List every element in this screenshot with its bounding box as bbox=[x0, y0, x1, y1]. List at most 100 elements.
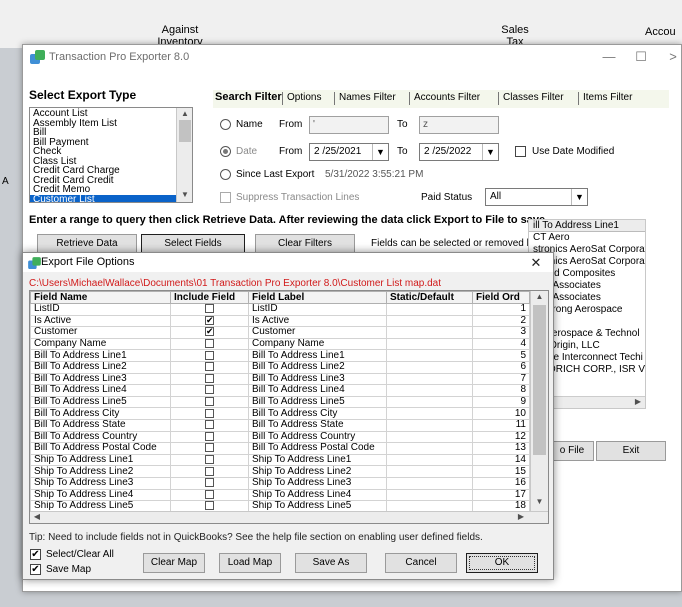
cell-static-default[interactable] bbox=[386, 453, 473, 467]
cell-field-order[interactable]: 14 bbox=[472, 453, 530, 467]
chevron-down-icon[interactable]: ▼ bbox=[372, 144, 388, 160]
cell-field-label[interactable]: Bill To Address City bbox=[248, 407, 387, 420]
export-type-item[interactable]: Assembly Item List bbox=[30, 118, 176, 129]
include-field-checkbox[interactable] bbox=[205, 489, 214, 499]
load-map-button[interactable]: Load Map bbox=[219, 553, 281, 573]
cell-field-order[interactable]: 1 bbox=[472, 303, 530, 316]
grid-scroll-thumb[interactable] bbox=[533, 305, 546, 455]
table-row[interactable]: Company Name Company Name 4 bbox=[30, 337, 530, 351]
cell-field-name[interactable]: Bill To Address Line2 bbox=[30, 360, 171, 374]
select-clear-all-checkbox[interactable]: ✔ bbox=[30, 549, 41, 560]
cell-static-default[interactable] bbox=[386, 430, 473, 444]
scroll-down-arrow-icon[interactable]: ▼ bbox=[177, 190, 192, 199]
cell-field-order[interactable]: 5 bbox=[472, 349, 530, 362]
scroll-right-arrow-icon[interactable]: ▶ bbox=[516, 512, 526, 521]
cell-field-order[interactable]: 4 bbox=[472, 337, 530, 351]
table-row[interactable]: Is Active ✔ Is Active 2 bbox=[30, 314, 530, 328]
retrieve-data-button[interactable]: Retrieve Data bbox=[37, 234, 137, 254]
scroll-up-arrow-icon[interactable]: ▲ bbox=[177, 109, 192, 118]
cell-field-label[interactable]: Is Active bbox=[248, 314, 387, 328]
cell-field-label[interactable]: ListID bbox=[248, 303, 387, 316]
export-type-item[interactable]: Customer List bbox=[30, 194, 176, 202]
cell-field-name[interactable]: Bill To Address Line1 bbox=[30, 349, 171, 362]
table-row[interactable]: Bill To Address Line3 Bill To Address Lin… bbox=[30, 372, 530, 386]
cell-field-name[interactable]: Is Active bbox=[30, 314, 171, 328]
clear-map-button[interactable]: Clear Map bbox=[143, 553, 205, 573]
cell-field-order[interactable]: 3 bbox=[472, 326, 530, 339]
tab-accounts-filter[interactable]: Accounts Filter bbox=[414, 92, 480, 103]
table-row[interactable]: Bill To Address Line1 Bill To Address Lin… bbox=[30, 349, 530, 362]
cell-static-default[interactable] bbox=[386, 314, 473, 328]
include-field-checkbox[interactable] bbox=[205, 362, 214, 372]
tab-options[interactable]: Options bbox=[287, 92, 321, 103]
cell-field-order[interactable]: 12 bbox=[472, 430, 530, 444]
cell-field-name[interactable]: Bill To Address Line4 bbox=[30, 384, 171, 397]
save-as-button[interactable]: Save As bbox=[295, 553, 367, 573]
cell-field-label[interactable]: Bill To Address Line1 bbox=[248, 349, 387, 362]
cell-static-default[interactable] bbox=[386, 476, 473, 490]
table-row[interactable]: Ship To Address Line2 Ship To Address Lin… bbox=[30, 465, 530, 478]
select-fields-button[interactable]: Select Fields bbox=[141, 234, 245, 254]
cell-field-label[interactable]: Ship To Address Line4 bbox=[248, 488, 387, 502]
cell-field-name[interactable]: Bill To Address Country bbox=[30, 430, 171, 444]
cell-field-name[interactable]: Ship To Address Line1 bbox=[30, 453, 171, 467]
ok-button[interactable]: OK bbox=[466, 553, 538, 573]
cell-field-label[interactable]: Bill To Address Country bbox=[248, 430, 387, 444]
cell-field-label[interactable]: Bill To Address Line4 bbox=[248, 384, 387, 397]
table-row[interactable]: ListID ListID 1 bbox=[30, 303, 530, 316]
include-field-checkbox[interactable] bbox=[205, 374, 214, 383]
maximize-button[interactable]: ☐ bbox=[631, 48, 651, 66]
cell-static-default[interactable] bbox=[386, 303, 473, 316]
cell-field-order[interactable]: 16 bbox=[472, 476, 530, 490]
export-type-list[interactable]: Account List Assembly Item List Bill Bill P… bbox=[29, 107, 193, 203]
export-type-scrollbar[interactable]: ▲ ▼ bbox=[176, 108, 192, 202]
cell-static-default[interactable] bbox=[386, 407, 473, 420]
table-row[interactable]: Ship To Address Line1 Ship To Address Lin… bbox=[30, 453, 530, 467]
cell-field-order[interactable]: 7 bbox=[472, 372, 530, 386]
include-field-checkbox[interactable]: ✔ bbox=[205, 316, 214, 325]
cell-field-name[interactable]: Ship To Address Line4 bbox=[30, 488, 171, 502]
name-radio[interactable] bbox=[220, 119, 231, 130]
cell-static-default[interactable] bbox=[386, 442, 473, 455]
since-last-export-radio[interactable] bbox=[220, 169, 231, 180]
include-field-checkbox[interactable] bbox=[205, 466, 214, 476]
paid-status-select[interactable]: All ▼ bbox=[485, 188, 588, 206]
name-to-input[interactable]: z bbox=[419, 116, 499, 134]
tab-classes-filter[interactable]: Classes Filter bbox=[503, 92, 564, 103]
cell-field-name[interactable]: Bill To Address Line3 bbox=[30, 372, 171, 386]
field-grid-vscrollbar[interactable]: ▲ ▼ bbox=[530, 291, 548, 511]
cell-field-name[interactable]: Bill To Address State bbox=[30, 418, 171, 432]
scroll-thumb[interactable] bbox=[179, 120, 191, 142]
cell-static-default[interactable] bbox=[386, 418, 473, 432]
cell-field-name[interactable]: Customer bbox=[30, 326, 171, 339]
table-row[interactable]: Bill To Address City Bill To Address City… bbox=[30, 407, 530, 420]
cell-field-name[interactable]: Bill To Address Postal Code bbox=[30, 442, 171, 455]
cell-static-default[interactable] bbox=[386, 360, 473, 374]
minimize-button[interactable]: — bbox=[599, 48, 619, 66]
cell-field-order[interactable]: 8 bbox=[472, 384, 530, 397]
dialog-close-button[interactable]: ✕ bbox=[526, 254, 546, 272]
cell-static-default[interactable] bbox=[386, 372, 473, 386]
cell-static-default[interactable] bbox=[386, 395, 473, 409]
name-from-input[interactable]: ' bbox=[309, 116, 389, 134]
cell-field-order[interactable]: 10 bbox=[472, 407, 530, 420]
cell-field-label[interactable]: Bill To Address Line5 bbox=[248, 395, 387, 409]
cell-field-name[interactable]: Bill To Address City bbox=[30, 407, 171, 420]
column-header[interactable]: Include Field bbox=[170, 291, 249, 304]
cell-field-name[interactable]: Ship To Address Line2 bbox=[30, 465, 171, 478]
cell-field-name[interactable]: ListID bbox=[30, 303, 171, 316]
results-row[interactable]: CT Aero bbox=[529, 232, 645, 244]
include-field-checkbox[interactable] bbox=[205, 397, 214, 406]
table-row[interactable]: Bill To Address Country Bill To Address C… bbox=[30, 430, 530, 444]
include-field-checkbox[interactable] bbox=[205, 431, 214, 441]
cell-field-label[interactable]: Bill To Address Line3 bbox=[248, 372, 387, 386]
scroll-right-arrow-icon[interactable]: ▶ bbox=[633, 397, 643, 406]
cell-field-order[interactable]: 15 bbox=[472, 465, 530, 478]
include-field-checkbox[interactable] bbox=[205, 339, 214, 348]
cell-field-name[interactable]: Company Name bbox=[30, 337, 171, 351]
cell-field-label[interactable]: Ship To Address Line1 bbox=[248, 453, 387, 467]
cell-field-label[interactable]: Ship To Address Line2 bbox=[248, 465, 387, 478]
field-grid[interactable]: Field Name Include Field Field Label Static… bbox=[29, 290, 549, 524]
table-row[interactable]: Bill To Address Line4 Bill To Address Lin… bbox=[30, 384, 530, 397]
column-header[interactable]: Field Ord bbox=[472, 291, 530, 304]
